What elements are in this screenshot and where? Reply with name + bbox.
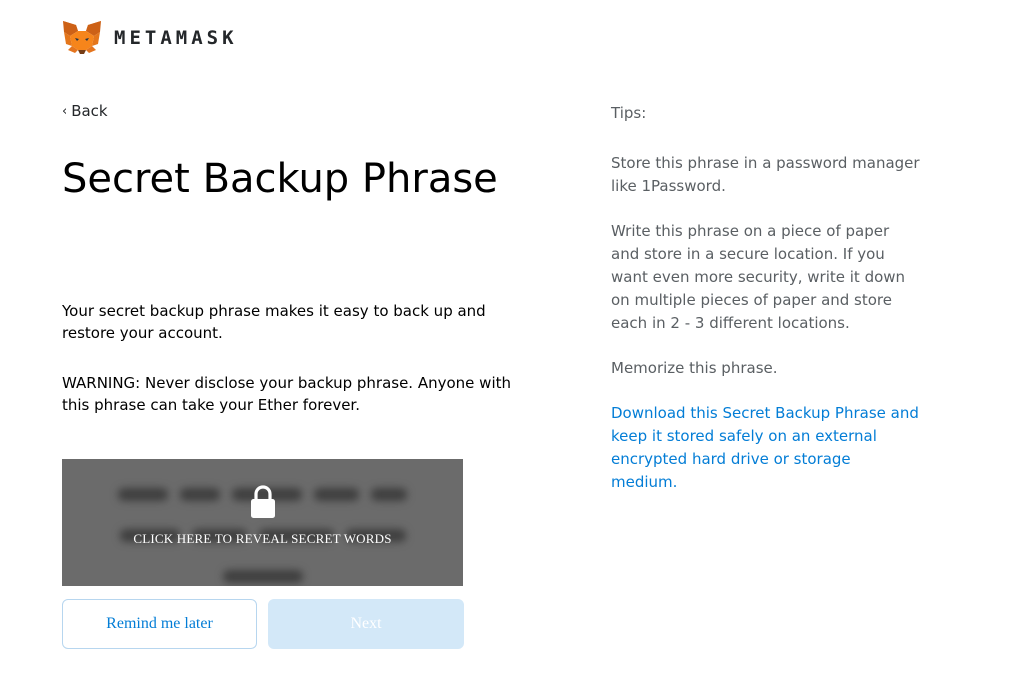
chevron-left-icon: ‹ xyxy=(62,103,68,119)
tips-panel: Tips: Store this phrase in a password ma… xyxy=(611,102,921,516)
back-label: Back xyxy=(71,102,108,120)
tips-heading: Tips: xyxy=(611,104,647,122)
metamask-fox-icon xyxy=(63,21,101,54)
reveal-secret-words-button[interactable]: CLICK HERE TO REVEAL SECRET WORDS xyxy=(62,459,463,586)
page-title: Secret Backup Phrase xyxy=(62,156,498,202)
tip-item-password-manager: Store this phrase in a password manager … xyxy=(611,154,920,195)
warning-text: WARNING: Never disclose your backup phra… xyxy=(62,374,511,414)
lock-icon xyxy=(250,485,275,518)
page: METAMASK ‹ Back Secret Backup Phrase You… xyxy=(0,0,1024,679)
tip-item-memorize: Memorize this phrase. xyxy=(611,359,778,377)
tip-item-paper: Write this phrase on a piece of paper an… xyxy=(611,222,906,332)
download-phrase-link[interactable]: Download this Secret Backup Phrase and k… xyxy=(611,402,921,494)
remind-me-later-button[interactable]: Remind me later xyxy=(62,599,257,649)
header: METAMASK xyxy=(62,20,238,56)
brand-wordmark: METAMASK xyxy=(114,27,238,49)
back-link[interactable]: ‹ Back xyxy=(62,102,108,120)
reveal-overlay: CLICK HERE TO REVEAL SECRET WORDS xyxy=(62,459,463,586)
intro-text: Your secret backup phrase makes it easy … xyxy=(62,302,486,342)
next-button[interactable]: Next xyxy=(268,599,464,649)
reveal-label: CLICK HERE TO REVEAL SECRET WORDS xyxy=(133,531,392,546)
